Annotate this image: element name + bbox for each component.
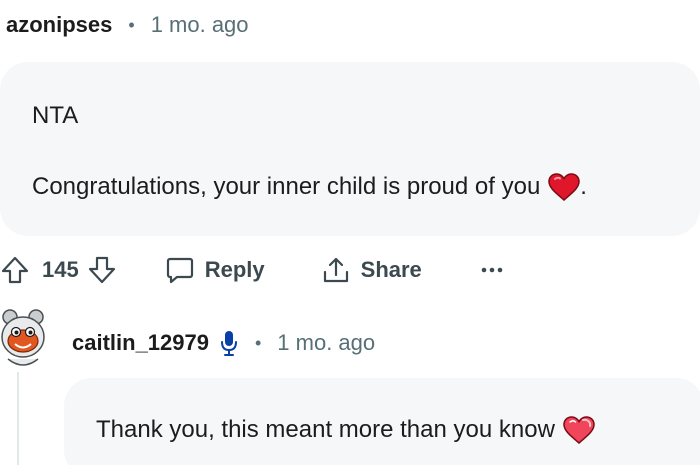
comment-timestamp[interactable]: 1 mo. ago	[277, 330, 375, 356]
comment-author[interactable]: azonipses	[6, 12, 112, 38]
more-dots-icon	[481, 267, 503, 273]
separator-dot: •	[254, 332, 262, 353]
share-button[interactable]: Share	[321, 255, 422, 285]
comment-timestamp[interactable]: 1 mo. ago	[151, 12, 249, 38]
comment-text-suffix: .	[580, 173, 587, 200]
reply-button[interactable]: Reply	[165, 255, 265, 285]
thread-line[interactable]	[17, 372, 19, 465]
downvote-button[interactable]	[87, 255, 117, 285]
avatar[interactable]	[0, 307, 46, 371]
comment-text: Congratulations, your inner child is pro…	[32, 173, 541, 200]
microphone-icon	[220, 331, 237, 356]
heart-emoji-icon	[548, 173, 581, 201]
comment-text-line: Thank you, this meant more than you know	[96, 416, 595, 444]
comment-text: Thank you, this meant more than you know	[96, 416, 555, 443]
comment-text-line: NTA	[32, 102, 79, 129]
comment-bubble-icon	[166, 257, 193, 284]
heart-emoji-icon	[563, 416, 595, 444]
comment-text-line: Congratulations, your inner child is pro…	[32, 173, 587, 201]
comment-author[interactable]: caitlin_12979	[72, 330, 209, 356]
upvote-arrow-icon	[1, 256, 29, 284]
separator-dot: •	[128, 14, 135, 35]
comment-thread: azonipses • 1 mo. ago NTA Congratulation…	[0, 0, 700, 465]
comment-body-bubble	[0, 62, 700, 236]
downvote-arrow-icon	[88, 256, 115, 284]
upvote-button[interactable]	[0, 255, 30, 285]
comment-header: caitlin_12979 • 1 mo. ago	[72, 329, 375, 357]
share-label: Share	[360, 257, 422, 282]
vote-count: 145	[42, 257, 79, 282]
share-icon	[323, 257, 348, 283]
comment-header: azonipses • 1 mo. ago	[6, 12, 249, 38]
more-options-button[interactable]	[480, 265, 504, 275]
reply-label: Reply	[204, 257, 265, 282]
comment-action-bar: 145 Reply Share	[0, 252, 504, 288]
